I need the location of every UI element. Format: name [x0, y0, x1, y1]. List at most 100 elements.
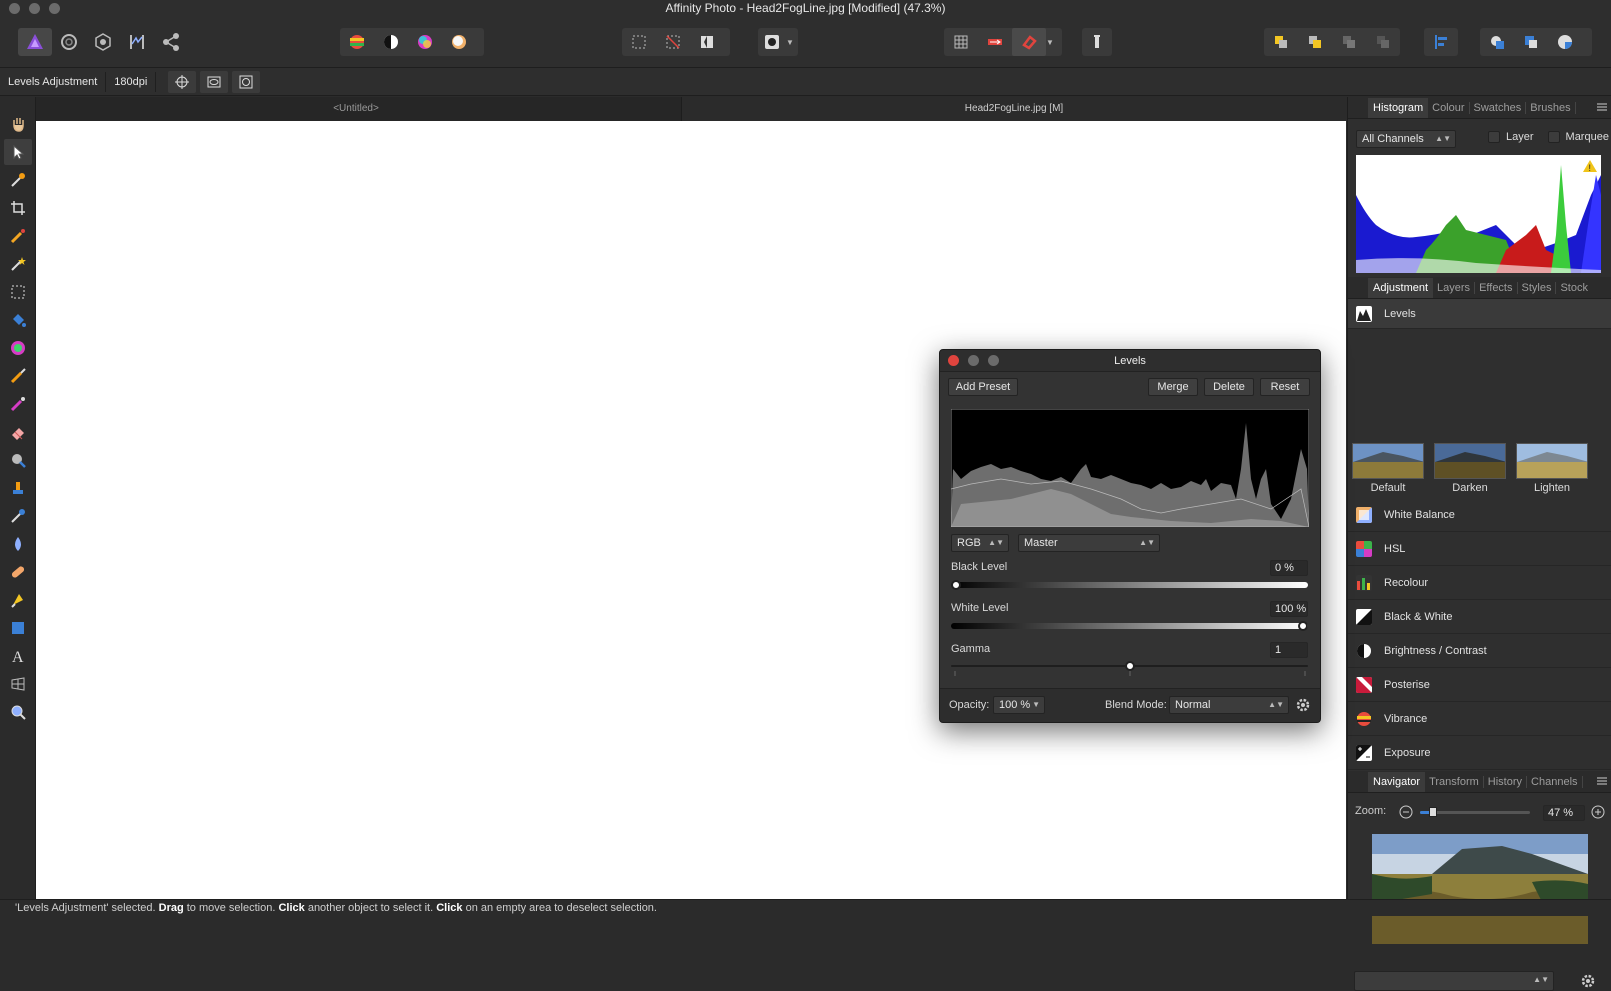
snapping-button[interactable] — [1012, 28, 1046, 56]
zoom-tool[interactable] — [4, 699, 32, 725]
auto-contrast-button[interactable] — [374, 28, 408, 56]
zoom-value-field[interactable]: 47 % — [1543, 805, 1585, 821]
zoom-slider-knob[interactable] — [1429, 807, 1438, 817]
tab-swatches[interactable]: Swatches — [1470, 101, 1527, 114]
sample-merged-button[interactable] — [232, 70, 261, 93]
auto-colour-button[interactable] — [408, 28, 442, 56]
snapping-options-chevron-icon[interactable]: ▼ — [1046, 38, 1054, 47]
invert-selection-button[interactable] — [690, 28, 724, 56]
preset-darken-thumbnail[interactable] — [1434, 443, 1506, 479]
transform-origin-button[interactable] — [168, 70, 197, 93]
reset-button[interactable]: Reset — [1260, 378, 1310, 396]
zoom-out-icon[interactable] — [1398, 804, 1414, 820]
tab-histogram[interactable]: Histogram — [1368, 97, 1429, 118]
levels-channel-select[interactable]: RGB ▲▼ — [951, 534, 1009, 552]
gamma-slider[interactable] — [951, 661, 1308, 671]
white-level-knob[interactable] — [1298, 621, 1308, 631]
tab-layers[interactable]: Layers — [1433, 281, 1476, 294]
gradient-tool[interactable] — [4, 335, 32, 361]
tab-effects[interactable]: Effects — [1475, 281, 1518, 294]
chevron-down-icon[interactable]: ▼ — [786, 38, 794, 47]
gear-icon[interactable] — [1580, 973, 1596, 989]
zoom-slider[interactable] — [1420, 807, 1530, 817]
panel-menu-icon[interactable] — [1596, 101, 1608, 113]
tab-brushes[interactable]: Brushes — [1526, 101, 1576, 114]
opacity-field[interactable]: 100 % ▼ — [993, 696, 1045, 714]
white-level-slider[interactable] — [951, 621, 1308, 631]
tab-untitled[interactable]: <Untitled> — [36, 97, 676, 121]
tab-stock[interactable]: Stock — [1556, 282, 1592, 294]
navigator-view-select[interactable]: ▲▼ — [1354, 971, 1554, 991]
colour-replacement-tool[interactable] — [4, 391, 32, 417]
smudge-brush-tool[interactable] — [4, 503, 32, 529]
adjustment-item-white-balance[interactable]: White Balance — [1348, 499, 1611, 532]
tab-head2fogline[interactable]: Head2FogLine.jpg [M] — [681, 97, 1346, 121]
rectangle-tool[interactable] — [4, 615, 32, 641]
move-forward-one-button[interactable] — [1332, 28, 1366, 56]
black-level-slider[interactable] — [951, 580, 1308, 590]
adjustment-item-vibrance[interactable]: Vibrance — [1348, 703, 1611, 736]
zoom-in-icon[interactable] — [1590, 804, 1606, 820]
add-preset-button[interactable]: Add Preset — [948, 378, 1018, 396]
black-level-field[interactable]: 0 % — [1270, 560, 1308, 576]
erase-brush-tool[interactable] — [4, 419, 32, 445]
gamma-field[interactable]: 1 — [1270, 642, 1308, 658]
histogram-channel-select[interactable]: All Channels ▲▼ — [1356, 130, 1456, 148]
layer-checkbox[interactable] — [1488, 131, 1500, 143]
move-back-one-button[interactable] — [1298, 28, 1332, 56]
force-pixel-alignment-button[interactable] — [1082, 28, 1112, 56]
auto-white-balance-button[interactable] — [442, 28, 476, 56]
navigator-menu-icon[interactable] — [1596, 775, 1608, 787]
black-level-knob[interactable] — [951, 580, 961, 590]
export-persona-button[interactable] — [154, 28, 188, 56]
hide-selection-button[interactable] — [200, 70, 229, 93]
show-grid-button[interactable] — [944, 28, 978, 56]
tab-history[interactable]: History — [1484, 775, 1528, 788]
levels-close-button[interactable] — [948, 355, 959, 366]
adjustment-item-recolour[interactable]: Recolour — [1348, 567, 1611, 600]
delete-button[interactable]: Delete — [1204, 378, 1254, 396]
tab-navigator[interactable]: Navigator — [1368, 771, 1426, 792]
mesh-warp-tool[interactable] — [4, 671, 32, 697]
white-level-field[interactable]: 100 % — [1270, 601, 1308, 617]
view-tool[interactable] — [4, 111, 32, 137]
flood-fill-tool[interactable] — [4, 307, 32, 333]
gamma-knob[interactable] — [1124, 661, 1135, 671]
merge-button[interactable]: Merge — [1148, 378, 1198, 396]
select-all-button[interactable] — [622, 28, 656, 56]
adjustment-item-hsl[interactable]: HSL — [1348, 533, 1611, 566]
intersect-boolean-button[interactable] — [1548, 28, 1582, 56]
crop-tool[interactable] — [4, 195, 32, 221]
move-to-front-button[interactable] — [1366, 28, 1400, 56]
adjustment-item-levels[interactable]: Levels — [1348, 299, 1611, 329]
selection-brush-tool[interactable] — [4, 223, 32, 249]
liquify-persona-button[interactable] — [52, 28, 86, 56]
colour-picker-tool[interactable] — [4, 167, 32, 193]
healing-brush-tool[interactable] — [4, 559, 32, 585]
tab-transform[interactable]: Transform — [1425, 775, 1484, 788]
dodge-brush-tool[interactable] — [4, 447, 32, 473]
align-button[interactable] — [1424, 28, 1458, 56]
settings-gear-icon[interactable] — [1295, 697, 1311, 713]
tab-channels[interactable]: Channels — [1527, 775, 1583, 788]
artistic-text-tool[interactable]: A — [4, 643, 32, 669]
auto-levels-button[interactable] — [340, 28, 374, 56]
tone-mapping-persona-button[interactable] — [120, 28, 154, 56]
quick-mask-button[interactable] — [758, 28, 786, 56]
flood-select-tool[interactable] — [4, 251, 32, 277]
blend-mode-select[interactable]: Normal ▲▼ — [1169, 696, 1289, 714]
move-to-back-button[interactable] — [1264, 28, 1298, 56]
deselect-button[interactable] — [656, 28, 690, 56]
preset-lighten-thumbnail[interactable] — [1516, 443, 1588, 479]
assistant-button[interactable] — [978, 28, 1012, 56]
rectangular-marquee-tool[interactable] — [4, 279, 32, 305]
develop-persona-button[interactable] — [86, 28, 120, 56]
tab-colour[interactable]: Colour — [1428, 101, 1470, 114]
adjustment-item-posterise[interactable]: Posterise — [1348, 669, 1611, 702]
tab-styles[interactable]: Styles — [1518, 281, 1557, 294]
move-tool[interactable] — [4, 139, 32, 165]
subtract-boolean-button[interactable] — [1514, 28, 1548, 56]
levels-minimize-button[interactable] — [968, 355, 979, 366]
tab-adjustment[interactable]: Adjustment — [1368, 277, 1434, 298]
levels-maximize-button[interactable] — [988, 355, 999, 366]
